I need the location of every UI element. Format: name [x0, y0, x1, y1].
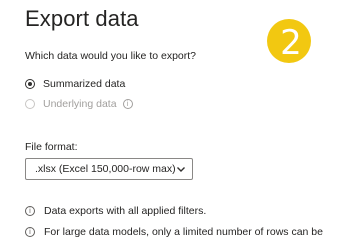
file-format-dropdown[interactable]: .xlsx (Excel 150,000-row max) — [25, 158, 193, 180]
dialog-title: Export data — [25, 6, 139, 31]
step-number-badge: 2 — [265, 17, 313, 65]
radio-label: Underlying data — [43, 98, 117, 110]
info-icon[interactable]: i — [122, 99, 133, 109]
info-icon: i — [25, 227, 35, 237]
radio-unchecked-icon — [25, 99, 35, 109]
step-number: 2 — [280, 23, 302, 63]
info-icon: i — [25, 206, 35, 216]
radio-summarized-data[interactable]: Summarized data — [25, 78, 125, 90]
radio-checked-icon[interactable] — [25, 79, 35, 89]
file-format-label: File format: — [25, 141, 78, 153]
chevron-down-icon — [177, 167, 185, 172]
note-large-models: i For large data models, only a limited … — [25, 226, 323, 238]
radio-underlying-data: Underlying data i — [25, 98, 133, 110]
note-text: For large data models, only a limited nu… — [44, 226, 323, 238]
note-text: Data exports with all applied filters. — [44, 205, 207, 217]
file-format-value: .xlsx (Excel 150,000-row max) — [35, 163, 176, 175]
radio-label: Summarized data — [43, 78, 126, 90]
note-filters: i Data exports with all applied filters. — [25, 205, 206, 217]
export-question: Which data would you like to export? — [25, 50, 197, 62]
